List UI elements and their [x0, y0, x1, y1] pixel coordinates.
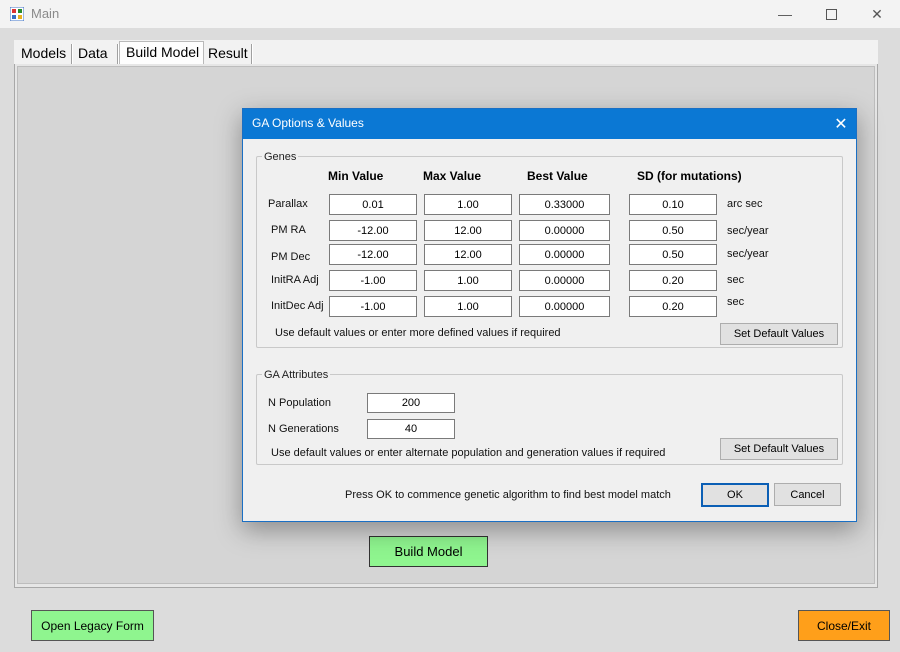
tab-data[interactable]: Data — [72, 43, 117, 64]
attributes-set-default-button[interactable]: Set Default Values — [720, 438, 838, 460]
ok-button[interactable]: OK — [701, 483, 769, 507]
genes-hint: Use default values or enter more defined… — [275, 327, 561, 339]
initdec-best-input[interactable]: 0.00000 — [519, 296, 610, 317]
tab-result[interactable]: Result — [203, 43, 253, 64]
pm-ra-min-input[interactable]: -12.00 — [329, 220, 417, 241]
initra-min-input[interactable]: -1.00 — [329, 270, 417, 291]
dialog-footer-text: Press OK to commence genetic algorithm t… — [345, 489, 671, 501]
population-input[interactable]: 200 — [367, 393, 455, 413]
initra-best-input[interactable]: 0.00000 — [519, 270, 610, 291]
genes-set-default-button[interactable]: Set Default Values — [720, 323, 838, 345]
parallax-sd-input[interactable]: 0.10 — [629, 194, 717, 215]
row-label-initdec-adj: InitDec Adj — [271, 300, 324, 312]
pm-ra-unit: sec/year — [727, 225, 769, 237]
attributes-hint: Use default values or enter alternate po… — [271, 447, 666, 459]
column-header-sd: SD (for mutations) — [637, 169, 742, 183]
initdec-min-input[interactable]: -1.00 — [329, 296, 417, 317]
tab-separator — [251, 44, 253, 64]
pm-ra-best-input[interactable]: 0.00000 — [519, 220, 610, 241]
row-label-initra-adj: InitRA Adj — [271, 274, 319, 286]
row-label-pm-dec: PM Dec — [271, 251, 311, 263]
dialog-close-icon[interactable]: ✕ — [826, 109, 856, 139]
initra-max-input[interactable]: 1.00 — [424, 270, 512, 291]
genes-group-title: Genes — [262, 151, 299, 163]
column-header-min: Min Value — [328, 169, 384, 183]
column-header-best: Best Value — [527, 169, 588, 183]
pm-dec-best-input[interactable]: 0.00000 — [519, 244, 610, 265]
pm-dec-unit: sec/year — [727, 248, 769, 260]
initra-sd-input[interactable]: 0.20 — [629, 270, 717, 291]
close-icon[interactable]: ✕ — [854, 0, 900, 28]
column-header-max: Max Value — [423, 169, 482, 183]
ga-attributes-group-title: GA Attributes — [262, 369, 331, 381]
window-title: Main — [31, 6, 60, 21]
row-label-pm-ra: PM RA — [271, 224, 306, 236]
open-legacy-form-button[interactable]: Open Legacy Form — [31, 610, 154, 641]
close-exit-button[interactable]: Close/Exit — [798, 610, 890, 641]
initdec-unit: sec — [727, 296, 745, 308]
app-icon — [9, 6, 25, 22]
initdec-sd-input[interactable]: 0.20 — [629, 296, 717, 317]
initdec-max-input[interactable]: 1.00 — [424, 296, 512, 317]
generations-input[interactable]: 40 — [367, 419, 455, 439]
pm-dec-max-input[interactable]: 12.00 — [424, 244, 512, 265]
maximize-icon[interactable] — [808, 0, 854, 28]
minimize-icon[interactable]: — — [762, 0, 808, 28]
tab-models[interactable]: Models — [15, 43, 71, 64]
tab-build-model[interactable]: Build Model — [119, 41, 204, 65]
initra-unit: sec — [727, 274, 745, 286]
row-label-parallax: Parallax — [268, 198, 308, 210]
pm-dec-min-input[interactable]: -12.00 — [329, 244, 417, 265]
generations-label: N Generations — [268, 423, 339, 435]
cancel-button[interactable]: Cancel — [774, 483, 841, 506]
pm-dec-sd-input[interactable]: 0.50 — [629, 244, 717, 265]
parallax-best-input[interactable]: 0.33000 — [519, 194, 610, 215]
parallax-unit: arc sec — [727, 198, 763, 210]
parallax-max-input[interactable]: 1.00 — [424, 194, 512, 215]
population-label: N Population — [268, 397, 331, 409]
dialog-title: GA Options & Values — [252, 116, 364, 130]
build-model-button[interactable]: Build Model — [369, 536, 488, 567]
pm-ra-sd-input[interactable]: 0.50 — [629, 220, 717, 241]
parallax-min-input[interactable]: 0.01 — [329, 194, 417, 215]
pm-ra-max-input[interactable]: 12.00 — [424, 220, 512, 241]
